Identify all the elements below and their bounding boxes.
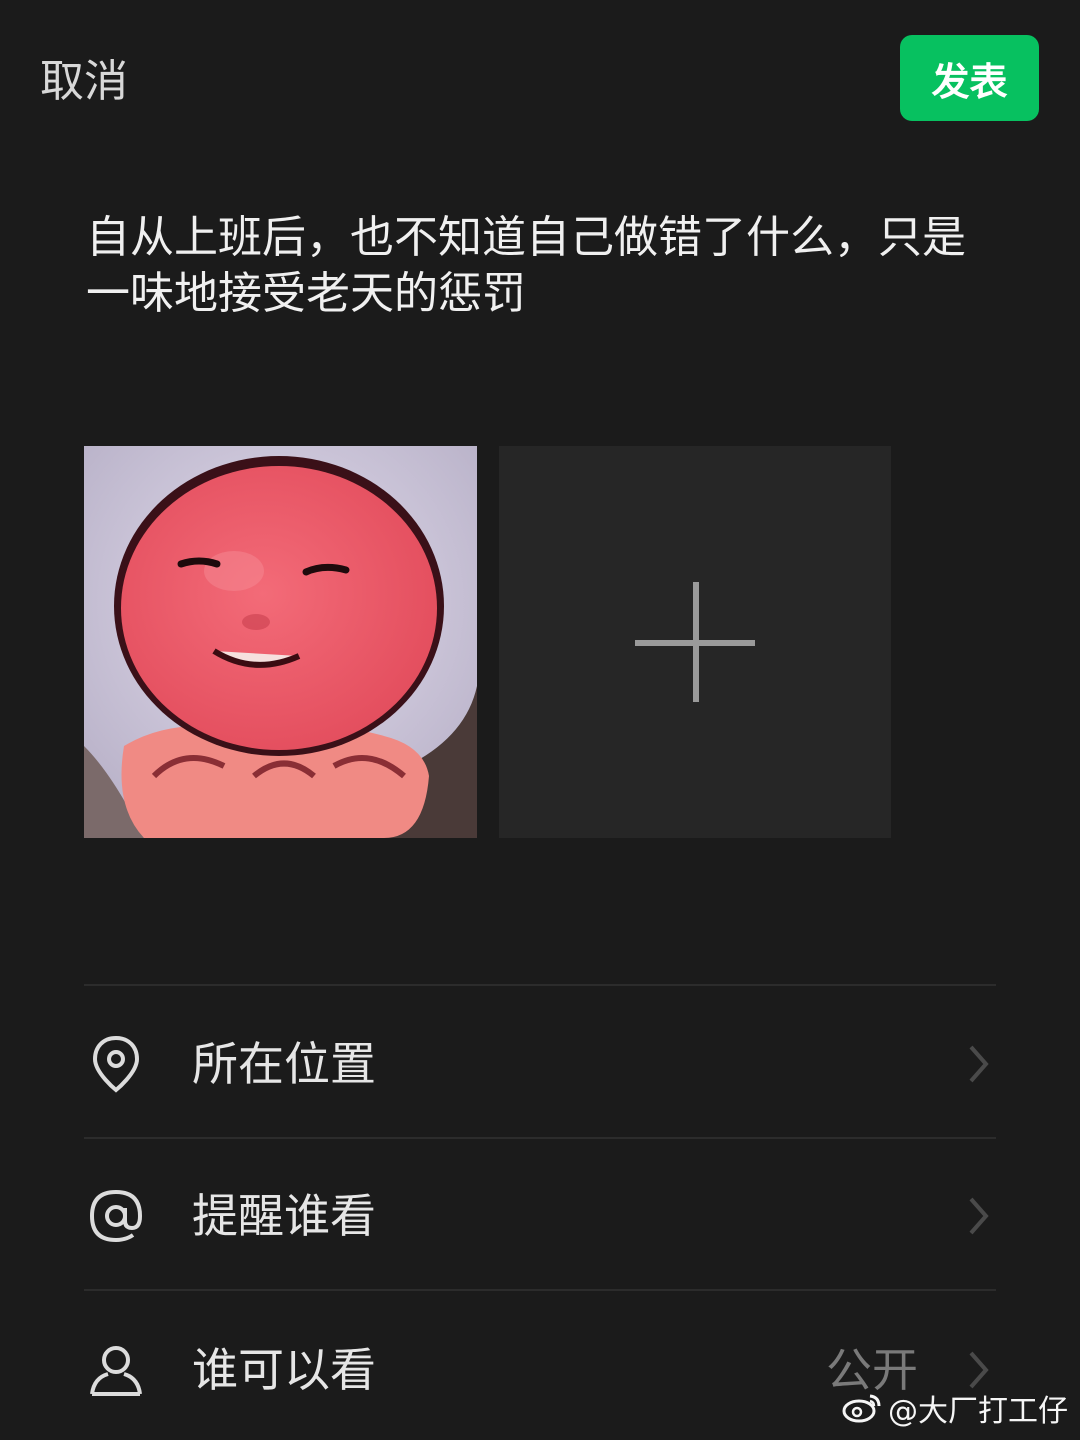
compose-moment-screen: 取消 发表 自从上班后，也不知道自己做错了什么，只是一味地接受老天的惩罚 所在位… <box>0 0 1080 1440</box>
mention-row[interactable]: 提醒谁看 <box>84 1140 996 1290</box>
attached-photo-thumbnail[interactable] <box>84 446 477 838</box>
plus-icon <box>635 582 755 702</box>
location-label: 所在位置 <box>192 1037 376 1091</box>
chevron-right-icon <box>969 1045 989 1083</box>
add-photo-button[interactable] <box>499 446 891 838</box>
cancel-button[interactable]: 取消 <box>40 52 128 112</box>
visibility-label: 谁可以看 <box>192 1343 376 1397</box>
row-divider <box>84 1289 996 1291</box>
weibo-logo-icon <box>842 1394 881 1423</box>
location-pin-icon <box>92 1035 140 1093</box>
watermark-text: @大厂打工仔 <box>888 1394 1068 1429</box>
row-divider <box>84 1137 996 1139</box>
person-icon <box>90 1346 142 1396</box>
mention-label: 提醒谁看 <box>192 1189 376 1243</box>
section-divider <box>84 984 996 986</box>
post-text[interactable]: 自从上班后，也不知道自己做错了什么，只是一味地接受老天的惩罚 <box>86 210 986 322</box>
chevron-right-icon <box>969 1351 989 1389</box>
publish-button[interactable]: 发表 <box>900 35 1039 121</box>
watermark: @大厂打工仔 <box>842 1386 1068 1430</box>
location-row[interactable]: 所在位置 <box>84 988 996 1138</box>
meme-face-image <box>84 446 477 838</box>
chevron-right-icon <box>969 1197 989 1235</box>
at-sign-icon <box>89 1189 143 1243</box>
